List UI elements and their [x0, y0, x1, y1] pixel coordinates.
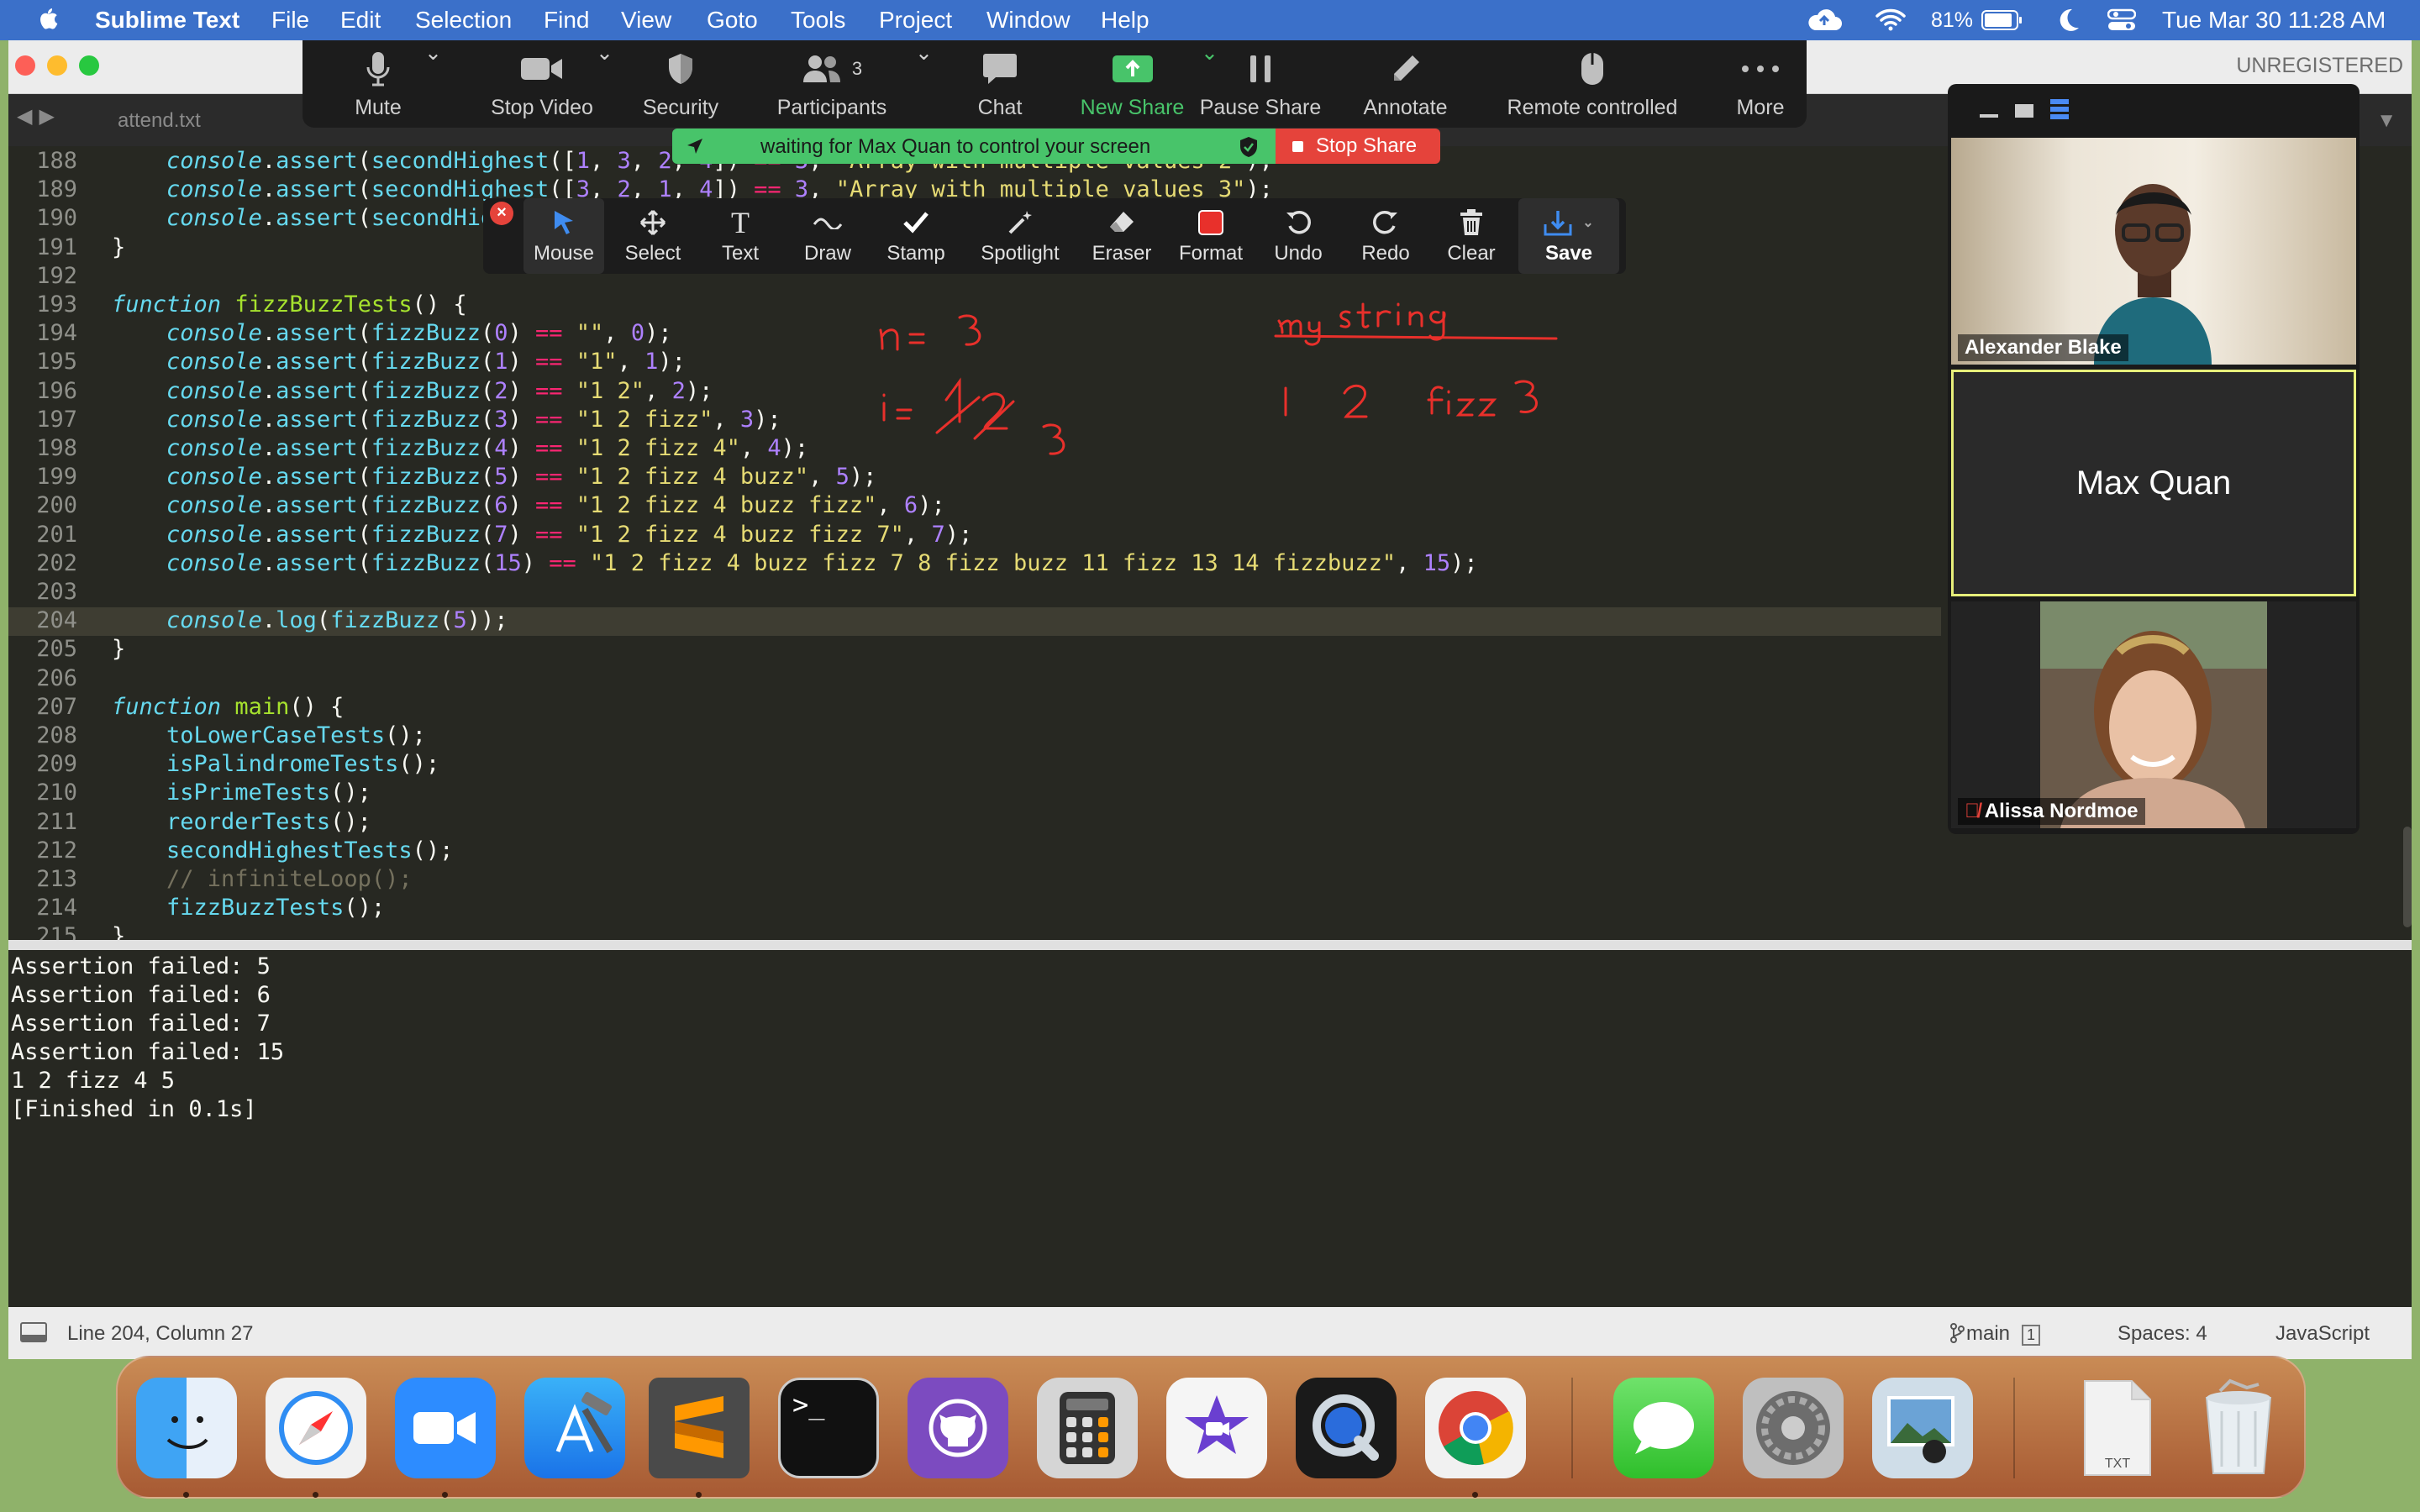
participant-name-text: Alissa Nordmoe	[1984, 800, 2139, 822]
dock: >_ TXT	[116, 1356, 2306, 1499]
system-preferences-icon[interactable]	[1743, 1378, 1844, 1478]
minimize-video-icon[interactable]	[1980, 114, 1998, 118]
running-indicator	[313, 1492, 318, 1498]
participant-video-feed	[2040, 601, 2267, 828]
messages-icon[interactable]	[1613, 1378, 1714, 1478]
video-tile-alexander-blake[interactable]: Alexander Blake	[1951, 138, 2356, 365]
txt-label: TXT	[2104, 1457, 2131, 1471]
zoom-video-panel: Alexander Blake Max Quan 🎙̸ Alissa Nordm…	[1948, 84, 2360, 834]
zoom-icon[interactable]	[395, 1378, 496, 1478]
single-view-icon[interactable]	[2015, 104, 2033, 118]
trash-full-icon	[2205, 1378, 2272, 1474]
terminal-prompt-icon: >_	[792, 1389, 825, 1420]
annotation-n-equals-3	[879, 314, 981, 351]
annotation-my-string	[1274, 302, 1558, 346]
annotation-sequence	[1284, 380, 1538, 418]
muted-microphone-icon: 🎙̸	[1965, 800, 1980, 822]
txt-document-icon[interactable]: TXT	[2067, 1378, 2168, 1478]
sublime-text-icon[interactable]	[649, 1378, 750, 1478]
running-indicator	[183, 1492, 189, 1498]
quicktime-icon[interactable]	[1296, 1378, 1397, 1478]
compass-icon	[279, 1391, 353, 1465]
hammer-icon	[555, 1392, 613, 1454]
sublime-s-icon	[675, 1396, 723, 1458]
running-indicator	[442, 1492, 448, 1498]
desktop: Sublime Text File Edit Selection Find Vi…	[0, 0, 2420, 1512]
github-desktop-icon[interactable]	[908, 1378, 1008, 1478]
quicktime-q-icon	[1313, 1394, 1379, 1461]
participant-name: 🎙̸ Alissa Nordmoe	[1958, 798, 2145, 825]
video-tile-alissa-nordmoe[interactable]: 🎙̸ Alissa Nordmoe	[1951, 601, 2356, 828]
star-camera-icon	[1185, 1395, 1249, 1454]
finder-face-icon	[166, 1416, 208, 1449]
participant-video-feed	[2094, 184, 2212, 365]
annotation-i-equals	[882, 377, 1065, 455]
video-panel-header	[1948, 84, 2360, 138]
xcode-icon[interactable]	[524, 1378, 625, 1478]
photo-loupe-icon	[1887, 1396, 1954, 1463]
video-tile-max-quan[interactable]: Max Quan	[1951, 370, 2356, 596]
finder-icon[interactable]	[136, 1378, 237, 1478]
dock-separator	[1571, 1378, 1573, 1478]
trash-bin-icon[interactable]	[2188, 1378, 2289, 1478]
octocat-icon	[929, 1399, 987, 1457]
safari-icon[interactable]	[266, 1378, 366, 1478]
chrome-logo-icon	[1439, 1391, 1513, 1466]
chrome-icon[interactable]	[1425, 1378, 1526, 1478]
participant-name: Alexander Blake	[1958, 334, 2128, 361]
gear-icon	[1756, 1391, 1830, 1465]
zoom-camera-icon	[413, 1412, 476, 1444]
dock-separator	[2013, 1378, 2015, 1478]
gallery-view-icon[interactable]	[2050, 99, 2069, 119]
calculator-keys-icon	[1060, 1392, 1115, 1464]
terminal-icon[interactable]: >_	[778, 1378, 879, 1478]
running-indicator	[1472, 1492, 1478, 1498]
participant-name: Max Quan	[2075, 465, 2232, 501]
imovie-icon[interactable]	[1166, 1378, 1267, 1478]
running-indicator	[696, 1492, 702, 1498]
calculator-icon[interactable]	[1037, 1378, 1138, 1478]
preview-icon[interactable]	[1872, 1378, 1973, 1478]
speech-bubble-icon	[1634, 1402, 1694, 1454]
